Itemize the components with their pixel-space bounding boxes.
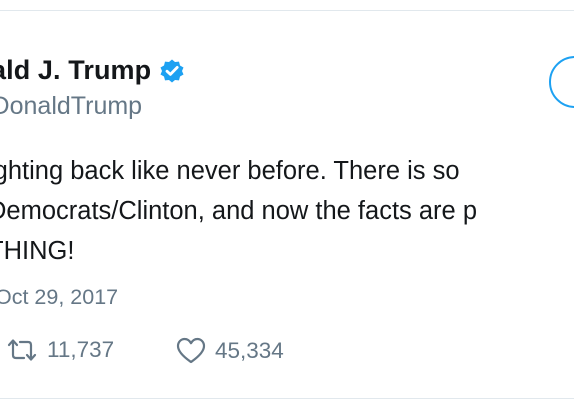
tweet-card: ald J. Trump lDonaldTrump ighting back l… [0,0,574,408]
retweet-icon [6,337,38,363]
tweet-text-line: ighting back like never before. There is… [0,157,460,185]
like-button[interactable]: 45,334 [176,337,284,364]
tweet-text: ighting back like never before. There is… [0,151,574,271]
retweet-count: 11,737 [47,337,115,362]
author-handle[interactable]: lDonaldTrump [0,92,142,121]
author-name-row[interactable]: ald J. Trump [0,55,185,86]
retweet-button[interactable]: 11,737 [6,337,114,363]
heart-icon [176,337,206,364]
verified-badge-icon [159,58,185,84]
tweet-text-line: THING! [0,237,75,265]
tweet-timestamp[interactable]: Oct 29, 2017 [0,285,118,310]
top-divider [0,10,574,11]
bottom-divider [0,398,574,399]
tweet-text-line: Democrats/Clinton, and now the facts are… [0,197,477,225]
author-display-name[interactable]: ald J. Trump [0,55,151,86]
follow-button[interactable] [549,56,574,108]
like-count: 45,334 [215,337,284,363]
